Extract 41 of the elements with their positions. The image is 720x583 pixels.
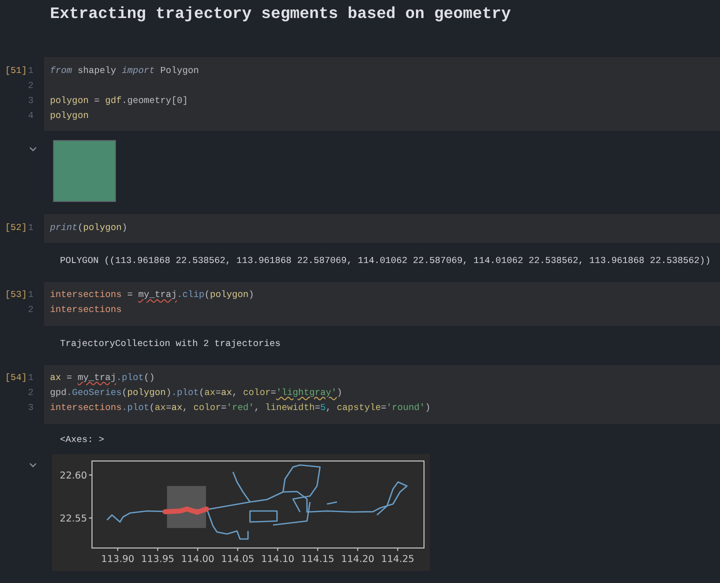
output-text: POLYGON ((113.961868 22.538562, 113.961868 22.587069, 114.01062 22.587069, 114.01062 22.538562, 113.961868 22.538562)) [60, 255, 711, 266]
tick-label: 114.10 [261, 554, 294, 566]
polygon-shape [53, 140, 116, 202]
code-line: print(polygon) [50, 220, 128, 234]
code-line: intersections [50, 303, 122, 318]
line-number: 2 [28, 386, 34, 400]
tick-label: 114.00 [181, 554, 214, 566]
line-number: 3 [28, 94, 34, 108]
line-number: 2 [28, 78, 34, 92]
tick-label: 22.55 [60, 514, 87, 525]
clipped-segment [162, 506, 209, 516]
code-line: ax = my_traj.plot() [50, 371, 155, 385]
execution-count: [53] [5, 289, 28, 300]
code-line: gpd.GeoSeries(polygon).plot(ax=ax, color='lightgray') [50, 386, 342, 400]
tick-label: 114.20 [341, 554, 374, 566]
tick-label: 113.95 [141, 554, 174, 566]
execution-count: [51] [5, 64, 28, 76]
tick-label: 114.05 [221, 554, 254, 566]
code-line: polygon = gdf.geometry[0] [50, 94, 188, 108]
line-number: 1 [28, 220, 34, 234]
line-number: 3 [28, 401, 34, 415]
tick-label: 113.90 [101, 554, 134, 566]
tick-label: 22.60 [60, 470, 87, 482]
line-number: 1 [28, 64, 34, 78]
line-number: 1 [28, 371, 34, 385]
notebook-heading: Extracting trajectory segments based on geometry [49, 4, 512, 22]
tick-label: 114.15 [301, 554, 334, 566]
code-line: polygon [50, 108, 89, 122]
code-line: intersections = my_traj.clip(polygon) [50, 288, 254, 302]
line-number: 2 [28, 303, 34, 318]
output-text: TrajectoryCollection with 2 trajectories [60, 338, 281, 349]
chevron-down-icon[interactable] [29, 462, 37, 468]
execution-count: [52] [5, 222, 28, 233]
line-number: 1 [28, 288, 34, 302]
code-line: intersections.plot(ax=ax, color='red', linewidth=5, capstyle='round') [50, 401, 431, 415]
chevron-down-icon[interactable] [29, 146, 37, 152]
output-text: <Axes: > [60, 434, 104, 445]
execution-count: [54] [5, 372, 28, 384]
code-line: from shapely import Polygon [50, 64, 199, 78]
line-number: 4 [28, 108, 34, 122]
tick-label: 114.25 [381, 554, 414, 566]
